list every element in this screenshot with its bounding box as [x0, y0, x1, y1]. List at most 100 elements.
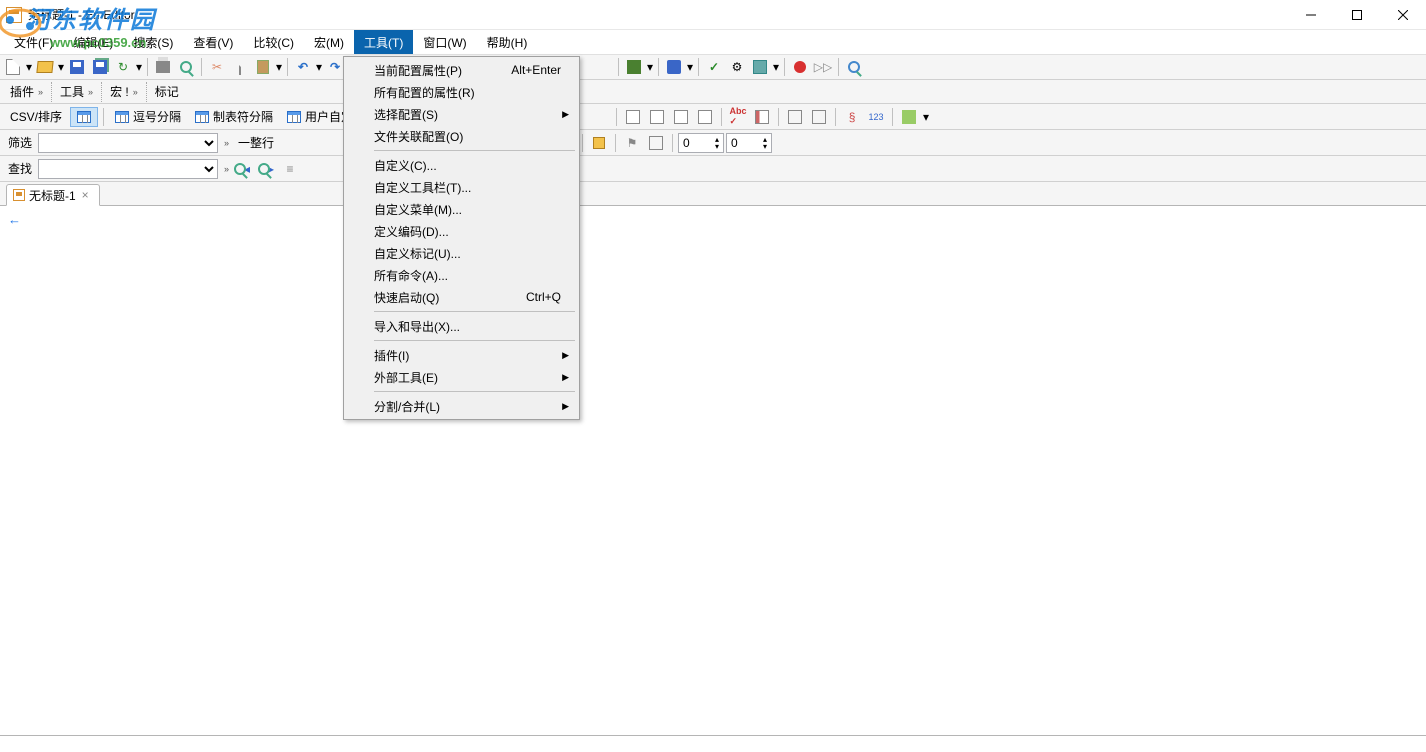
menu-customize[interactable]: 自定义(C)... — [346, 154, 577, 176]
maximize-button[interactable] — [1334, 0, 1380, 30]
doctab-close-button[interactable]: × — [80, 188, 91, 202]
submenu-arrow-icon: ▶ — [562, 401, 569, 412]
csv-join-button[interactable] — [808, 106, 830, 128]
toolstrip-label: 工具 — [60, 83, 84, 100]
csv-normal-button[interactable] — [70, 107, 98, 127]
print-button[interactable] — [152, 56, 174, 78]
config-dropdown[interactable]: ▾ — [772, 60, 780, 74]
csv-sort-button[interactable]: § — [841, 106, 863, 128]
editor-area[interactable]: ← — [0, 206, 1426, 736]
paste-dropdown[interactable]: ▾ — [275, 60, 283, 74]
menu-compare[interactable]: 比较(C) — [243, 30, 304, 54]
undo-dropdown[interactable]: ▾ — [315, 60, 323, 74]
copy-button[interactable] — [229, 56, 251, 78]
open-file-button[interactable] — [34, 56, 56, 78]
csv-tab-button[interactable]: 制表符分隔 — [189, 107, 279, 127]
find-word-button[interactable]: ≡ — [279, 158, 301, 180]
close-button[interactable] — [1380, 0, 1426, 30]
menu-current-config-props[interactable]: 当前配置属性(P) Alt+Enter — [346, 59, 577, 81]
csv-flag-button[interactable] — [898, 106, 920, 128]
reload-button[interactable]: ↻ — [112, 56, 134, 78]
toolstrip-markers[interactable]: 标记 — [147, 82, 187, 102]
wholeline-label[interactable]: 一整行 — [231, 133, 281, 153]
csv-comma-button[interactable]: 逗号分隔 — [109, 107, 187, 127]
csv-btn-label: 逗号分隔 — [133, 108, 181, 125]
menu-customize-markers[interactable]: 自定义标记(U)... — [346, 242, 577, 264]
csv-btn-label: 制表符分隔 — [213, 108, 273, 125]
filter-extract-button[interactable] — [645, 132, 667, 154]
csv-tool-3[interactable] — [670, 106, 692, 128]
find-prev-button[interactable]: ◂ — [231, 158, 253, 180]
menu-split-merge[interactable]: 分割/合并(L)▶ — [346, 395, 577, 417]
save-all-button[interactable] — [89, 56, 111, 78]
menu-edit[interactable]: 编辑(E) — [63, 30, 123, 54]
menu-external-tools[interactable]: 外部工具(E)▶ — [346, 366, 577, 388]
csv-tool-2[interactable] — [646, 106, 668, 128]
config-button[interactable] — [749, 56, 771, 78]
search-toolbar-button[interactable] — [843, 56, 865, 78]
menu-file[interactable]: 文件(F) — [4, 30, 63, 54]
menu-import-export[interactable]: 导入和导出(X)... — [346, 315, 577, 337]
csv-tool-4[interactable] — [694, 106, 716, 128]
menu-file-assoc-config[interactable]: 文件关联配置(O) — [346, 125, 577, 147]
menu-all-commands[interactable]: 所有命令(A)... — [346, 264, 577, 286]
toolstrip-tools[interactable]: 工具 » — [52, 82, 102, 102]
menu-select-config[interactable]: 选择配置(S)▶ — [346, 103, 577, 125]
filter-above-spinner[interactable]: 0▴▾ — [678, 133, 724, 153]
chevron-icon: » — [88, 87, 93, 97]
csv-col-button[interactable] — [751, 106, 773, 128]
settings-button[interactable]: ⚙ — [726, 56, 748, 78]
find-next-button[interactable]: ▸ — [255, 158, 277, 180]
paste-button[interactable] — [252, 56, 274, 78]
csv-split-button[interactable] — [784, 106, 806, 128]
grid-icon — [115, 111, 129, 123]
check-button[interactable]: ✓ — [703, 56, 725, 78]
toolstrip-label: 宏 ! — [110, 83, 129, 100]
print-preview-button[interactable] — [175, 56, 197, 78]
menu-tools[interactable]: 工具(T) — [354, 30, 413, 54]
find-input[interactable] — [38, 159, 218, 179]
menu-view[interactable]: 查看(V) — [183, 30, 243, 54]
reload-dropdown[interactable]: ▾ — [135, 60, 143, 74]
save-button[interactable] — [66, 56, 88, 78]
menu-all-config-props[interactable]: 所有配置的属性(R) — [346, 81, 577, 103]
csv-flag-dropdown[interactable]: ▾ — [922, 110, 930, 124]
play-macro-button[interactable]: ▷▷ — [812, 56, 834, 78]
menu-customize-toolbar[interactable]: 自定义工具栏(T)... — [346, 176, 577, 198]
cut-button[interactable]: ✂ — [206, 56, 228, 78]
menu-search[interactable]: 搜索(S) — [123, 30, 183, 54]
menu-separator — [374, 311, 575, 312]
minimize-button[interactable] — [1288, 0, 1334, 30]
filter-bookmark-button[interactable]: ⚑ — [621, 132, 643, 154]
record-macro-button[interactable] — [789, 56, 811, 78]
filter-below-spinner[interactable]: 0▴▾ — [726, 133, 772, 153]
dd-shortcut: Alt+Enter — [511, 63, 561, 77]
menu-customize-menu[interactable]: 自定义菜单(M)... — [346, 198, 577, 220]
dd-label: 当前配置属性(P) — [374, 62, 462, 79]
highlight-button[interactable] — [663, 56, 685, 78]
csv-123-button[interactable]: 123 — [865, 106, 887, 128]
csv-tool-1[interactable] — [622, 106, 644, 128]
new-file-dropdown[interactable]: ▾ — [25, 60, 33, 74]
bom-dropdown[interactable]: ▾ — [646, 60, 654, 74]
toolstrip-macros[interactable]: 宏 !» — [102, 82, 147, 102]
menu-quick-launch[interactable]: 快速启动(Q)Ctrl+Q — [346, 286, 577, 308]
highlight-dropdown[interactable]: ▾ — [686, 60, 694, 74]
doctab-label: 无标题-1 — [29, 187, 76, 204]
menu-help[interactable]: 帮助(H) — [477, 30, 538, 54]
menu-macro[interactable]: 宏(M) — [304, 30, 354, 54]
csv-abc-button[interactable]: Abc✓ — [727, 106, 749, 128]
bom-button[interactable] — [623, 56, 645, 78]
menu-plugins[interactable]: 插件(I)▶ — [346, 344, 577, 366]
filter-input[interactable] — [38, 133, 218, 153]
dd-label: 文件关联配置(O) — [374, 128, 463, 145]
dd-shortcut: Ctrl+Q — [526, 290, 561, 304]
menu-define-encoding[interactable]: 定义编码(D)... — [346, 220, 577, 242]
filter-lock-button[interactable] — [588, 132, 610, 154]
undo-button[interactable]: ↶ — [292, 56, 314, 78]
new-file-button[interactable] — [2, 56, 24, 78]
document-tab[interactable]: 无标题-1 × — [6, 184, 100, 206]
open-file-dropdown[interactable]: ▾ — [57, 60, 65, 74]
menu-window[interactable]: 窗口(W) — [413, 30, 476, 54]
toolstrip-plugins[interactable]: 插件» — [2, 82, 52, 102]
